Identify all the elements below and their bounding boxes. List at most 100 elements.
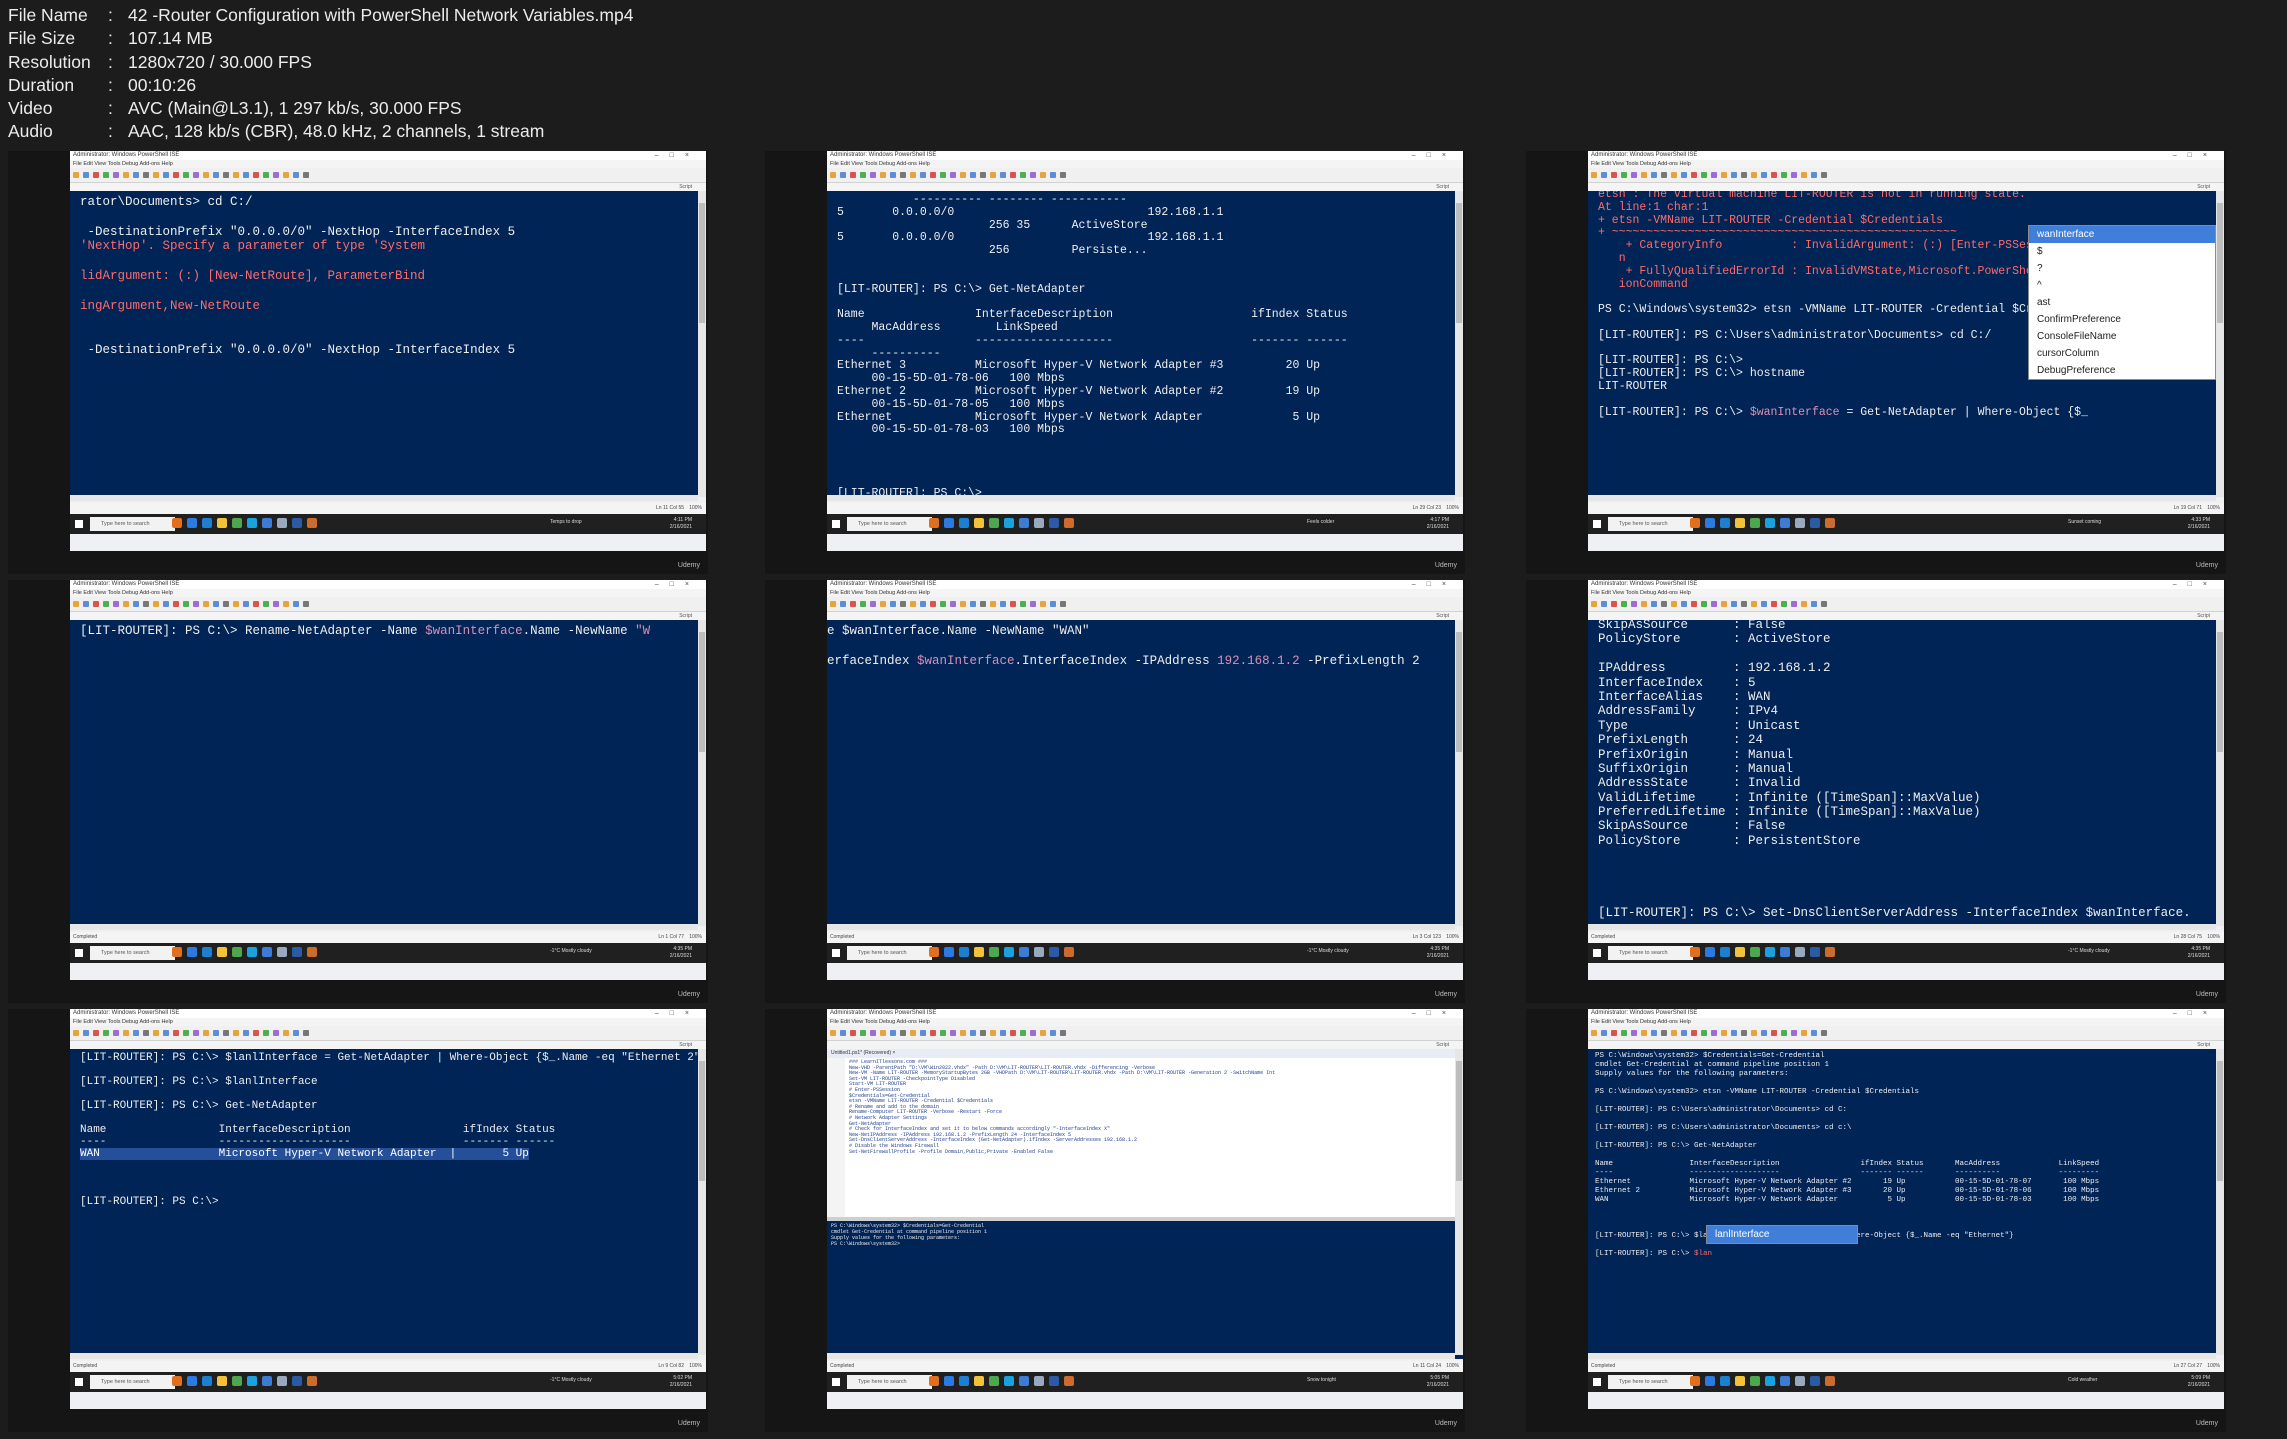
toolbar-button-icon[interactable] bbox=[1791, 172, 1797, 178]
toolbar-button-icon[interactable] bbox=[1731, 1030, 1737, 1036]
toolbar-button-icon[interactable] bbox=[930, 172, 936, 178]
taskbar-clock[interactable]: 5:05 PM 2/16/2021 bbox=[1427, 1375, 1449, 1389]
maximize-icon[interactable]: □ bbox=[1427, 581, 1442, 588]
taskbar-app-icon[interactable] bbox=[1780, 518, 1790, 528]
intellisense-item[interactable]: ^ bbox=[2029, 277, 2215, 294]
toolbar-button-icon[interactable] bbox=[153, 1030, 159, 1036]
toolbar-button-icon[interactable] bbox=[970, 1030, 976, 1036]
horizontal-scrollbar[interactable] bbox=[70, 1353, 698, 1359]
taskbar-app-icon[interactable] bbox=[1004, 947, 1014, 957]
script-toggle-button[interactable]: Script bbox=[1436, 612, 1449, 620]
toolbar-button-icon[interactable] bbox=[1811, 1030, 1817, 1036]
toolbar-button-icon[interactable] bbox=[960, 172, 966, 178]
taskbar-app-icon[interactable] bbox=[1720, 518, 1730, 528]
taskbar-app-icon[interactable] bbox=[277, 518, 287, 528]
toolbar-button-icon[interactable] bbox=[1050, 1030, 1056, 1036]
intellisense-item[interactable]: DebugPreference bbox=[2029, 362, 2215, 379]
toolbar-button-icon[interactable] bbox=[263, 1030, 269, 1036]
toolbar-button-icon[interactable] bbox=[1661, 601, 1667, 607]
toolbar-button-icon[interactable] bbox=[1741, 1030, 1747, 1036]
menu-bar[interactable]: File Edit View Tools Debug Add-ons Help bbox=[70, 589, 706, 597]
scrollbar-thumb[interactable] bbox=[2217, 203, 2223, 323]
toolbar-button-icon[interactable] bbox=[163, 601, 169, 607]
taskbar-app-icon[interactable] bbox=[277, 1376, 287, 1386]
toolbar-button-icon[interactable] bbox=[133, 601, 139, 607]
toolbar-button-icon[interactable] bbox=[123, 601, 129, 607]
close-icon[interactable]: × bbox=[1442, 152, 1457, 159]
toolbar-button-icon[interactable] bbox=[1731, 601, 1737, 607]
toolbar-button-icon[interactable] bbox=[840, 172, 846, 178]
toolbar-button-icon[interactable] bbox=[1661, 172, 1667, 178]
taskbar-app-icon[interactable] bbox=[187, 1376, 197, 1386]
toolbar-button-icon[interactable] bbox=[193, 172, 199, 178]
toolbar-button-icon[interactable] bbox=[860, 601, 866, 607]
toolbar-button-icon[interactable] bbox=[980, 172, 986, 178]
toolbar-button-icon[interactable] bbox=[273, 1030, 279, 1036]
toolbar-button-icon[interactable] bbox=[1761, 172, 1767, 178]
toolbar-button-icon[interactable] bbox=[133, 172, 139, 178]
windows-logo-icon[interactable] bbox=[1593, 1378, 1601, 1386]
toolbar-button-icon[interactable] bbox=[1601, 1030, 1607, 1036]
toolbar-button-icon[interactable] bbox=[1611, 601, 1617, 607]
toolbar-button-icon[interactable] bbox=[293, 1030, 299, 1036]
script-toggle-button[interactable]: Script bbox=[2197, 183, 2210, 191]
toolbar-button-icon[interactable] bbox=[93, 172, 99, 178]
intellisense-item[interactable]: ConsoleFileName bbox=[2029, 328, 2215, 345]
toolbar-button-icon[interactable] bbox=[1801, 1030, 1807, 1036]
toolbar-button-icon[interactable] bbox=[1601, 172, 1607, 178]
taskbar-search-input[interactable]: Type here to search bbox=[847, 517, 932, 531]
toolbar-button-icon[interactable] bbox=[1701, 172, 1707, 178]
intellisense-item[interactable]: $ bbox=[2029, 243, 2215, 260]
toolbar-button-icon[interactable] bbox=[1050, 172, 1056, 178]
toolbar-button-icon[interactable] bbox=[73, 601, 79, 607]
toolbar-button-icon[interactable] bbox=[203, 1030, 209, 1036]
taskbar-app-icon[interactable] bbox=[1034, 947, 1044, 957]
taskbar-app-icon[interactable] bbox=[187, 518, 197, 528]
minimize-icon[interactable]: – bbox=[655, 152, 670, 159]
toolbar-button-icon[interactable] bbox=[1721, 1030, 1727, 1036]
taskbar-app-icon[interactable] bbox=[1735, 1376, 1745, 1386]
taskbar-app-icon[interactable] bbox=[1795, 518, 1805, 528]
toolbar-button-icon[interactable] bbox=[1060, 601, 1066, 607]
toolbar-button-icon[interactable] bbox=[1691, 601, 1697, 607]
toolbar-button-icon[interactable] bbox=[1701, 1030, 1707, 1036]
toolbar-button-icon[interactable] bbox=[143, 601, 149, 607]
console-pane[interactable]: [LIT-ROUTER]: PS C:\> $lanlInterface = G… bbox=[70, 1049, 698, 1353]
taskbar-app-icon[interactable] bbox=[974, 947, 984, 957]
toolbar-button-icon[interactable] bbox=[1050, 601, 1056, 607]
toolbar-button-icon[interactable] bbox=[263, 601, 269, 607]
toolbar-button-icon[interactable] bbox=[1721, 172, 1727, 178]
toolbar-button-icon[interactable] bbox=[1040, 601, 1046, 607]
console-pane[interactable]: e $wanInterface.Name -NewName "WAN" erfac… bbox=[827, 620, 1455, 924]
toolbar-button-icon[interactable] bbox=[1821, 172, 1827, 178]
toolbar-button-icon[interactable] bbox=[1821, 1030, 1827, 1036]
toolbar-button-icon[interactable] bbox=[830, 601, 836, 607]
toolbar-button-icon[interactable] bbox=[1621, 172, 1627, 178]
intellisense-dropdown[interactable]: lanlInterface bbox=[1706, 1225, 1858, 1244]
toolbar-button-icon[interactable] bbox=[960, 1030, 966, 1036]
menu-bar[interactable]: File Edit View Tools Debug Add-ons Help bbox=[827, 160, 1463, 168]
taskbar-app-icon[interactable] bbox=[1765, 947, 1775, 957]
toolbar-button-icon[interactable] bbox=[223, 172, 229, 178]
taskbar-app-icon[interactable] bbox=[1765, 518, 1775, 528]
toolbar-button-icon[interactable] bbox=[203, 172, 209, 178]
taskbar-app-icon[interactable] bbox=[1064, 947, 1074, 957]
toolbar-button-icon[interactable] bbox=[93, 1030, 99, 1036]
taskbar-app-icon[interactable] bbox=[1825, 947, 1835, 957]
toolbar-button-icon[interactable] bbox=[1611, 172, 1617, 178]
toolbar-button-icon[interactable] bbox=[293, 601, 299, 607]
taskbar-app-icon[interactable] bbox=[1810, 518, 1820, 528]
toolbar-button-icon[interactable] bbox=[1771, 172, 1777, 178]
toolbar-button-icon[interactable] bbox=[163, 1030, 169, 1036]
toolbar-button-icon[interactable] bbox=[1010, 172, 1016, 178]
toolbar-button-icon[interactable] bbox=[1671, 172, 1677, 178]
taskbar-app-icon[interactable] bbox=[1049, 1376, 1059, 1386]
windows-logo-icon[interactable] bbox=[1593, 949, 1601, 957]
maximize-icon[interactable]: □ bbox=[1427, 152, 1442, 159]
horizontal-scrollbar[interactable] bbox=[827, 924, 1455, 930]
toolbar-button-icon[interactable] bbox=[1020, 601, 1026, 607]
toolbar-button-icon[interactable] bbox=[1671, 601, 1677, 607]
taskbar-app-icon[interactable] bbox=[247, 947, 257, 957]
close-icon[interactable]: × bbox=[1442, 1010, 1457, 1017]
menu-bar[interactable]: File Edit View Tools Debug Add-ons Help bbox=[1588, 1018, 2224, 1026]
